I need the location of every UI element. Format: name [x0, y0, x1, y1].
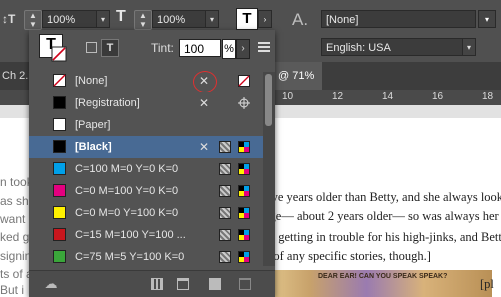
swatch-name: [None] — [75, 75, 108, 87]
process-color-icon — [219, 163, 231, 175]
swatch-chip — [53, 184, 66, 197]
font-style-field[interactable]: [None] — [321, 10, 476, 28]
text-line: five years older than Betty, and she alw… — [264, 190, 501, 204]
registration-mark-icon — [238, 97, 250, 109]
process-color-icon — [219, 141, 231, 153]
text-line: age— about 2 years older— so was always … — [264, 209, 501, 223]
cmyk-mode-icon — [238, 251, 250, 263]
tint-dropdown-arrow[interactable]: › — [236, 39, 250, 59]
swatch-none-chip — [53, 74, 66, 87]
swatch-row-none[interactable]: [None] ✕ — [29, 70, 263, 93]
cmyk-mode-icon — [238, 163, 250, 175]
non-editable-pencil-icon: ✕ — [199, 96, 210, 110]
text-line: want — [0, 212, 26, 226]
cmyk-mode-icon — [238, 229, 250, 241]
scale-x-stepper[interactable]: ▲ ▼ — [24, 10, 42, 30]
ruler-label: 18 — [482, 91, 494, 102]
scale-y-stepper[interactable]: ▲ ▼ — [134, 10, 152, 30]
tint-unit: % — [222, 39, 236, 59]
vertical-scale-icon: T — [116, 8, 126, 25]
show-all-swatches-icon[interactable] — [151, 278, 163, 290]
text-line: ked g — [0, 230, 30, 244]
ruler-label: 12 — [332, 91, 344, 102]
stroke-none-icon[interactable] — [51, 46, 67, 62]
swatch-name: C=0 M=100 Y=0 K=0 — [75, 185, 179, 197]
swatch-chip — [53, 250, 66, 263]
character-style-icon: A. — [292, 10, 309, 29]
ruler-label: 14 — [382, 91, 394, 102]
text-line: But i — [0, 283, 25, 297]
document-photo[interactable]: DEAR EAR! CAN YOU SPEAK SPEAK? — [264, 270, 492, 297]
formatting-container-icon[interactable] — [86, 42, 97, 53]
swatch-row-registration[interactable]: [Registration] ✕ — [29, 92, 263, 114]
cmyk-mode-icon — [238, 207, 250, 219]
text-fill-swatch-icon[interactable]: T — [236, 8, 258, 30]
non-editable-pencil-icon: ✕ — [199, 140, 210, 154]
swatch-row-red[interactable]: C=15 M=100 Y=100 ... — [29, 224, 263, 246]
swatch-chip — [53, 118, 66, 131]
tint-input[interactable]: 100 — [179, 39, 221, 57]
process-color-icon — [219, 207, 231, 219]
swatch-row-magenta[interactable]: C=0 M=100 Y=0 K=0 — [29, 180, 263, 202]
swatch-chip — [53, 162, 66, 175]
swatch-name: C=100 M=0 Y=0 K=0 — [75, 163, 179, 175]
caption-fragment: [pl — [480, 277, 494, 291]
fill-menu-arrow[interactable]: › — [258, 10, 272, 28]
swatches-panel-header: T T Tint: 100 % › — [29, 30, 275, 68]
swatch-name: C=0 M=0 Y=100 K=0 — [75, 207, 179, 219]
swatch-chip — [53, 206, 66, 219]
ruler-label: 16 — [432, 91, 444, 102]
scale-x-dropdown[interactable]: ▾ — [96, 10, 110, 28]
text-line: ts of a — [0, 267, 33, 281]
swatch-name: C=75 M=5 Y=100 K=0 — [75, 251, 185, 263]
none-color-mode-icon — [238, 75, 250, 87]
swatch-chip — [53, 228, 66, 241]
text-line: k of any specific stories, though.] — [264, 249, 431, 263]
swatch-row-black[interactable]: [Black] ✕ — [29, 136, 263, 158]
photo-caption-text: DEAR EAR! CAN YOU SPEAK SPEAK? — [318, 273, 448, 280]
scrollbar-thumb[interactable] — [265, 74, 272, 126]
panel-menu-icon[interactable] — [258, 42, 270, 44]
swatch-name: [Registration] — [75, 97, 140, 109]
ruler-label: 10 — [282, 91, 294, 102]
swatch-row-cyan[interactable]: C=100 M=0 Y=0 K=0 — [29, 158, 263, 180]
text-line: n took — [0, 175, 33, 189]
swatch-chip — [53, 96, 66, 109]
swatch-name: C=15 M=100 Y=100 ... — [75, 229, 186, 241]
horizontal-scale-icon: ↕T — [2, 12, 16, 26]
process-color-icon — [219, 251, 231, 263]
scale-y-dropdown[interactable]: ▾ — [205, 10, 219, 28]
text-line: ys getting in trouble for his high-jinks… — [264, 230, 501, 244]
swatch-name: [Black] — [75, 141, 112, 153]
swatch-name: [Paper] — [75, 119, 111, 131]
swatches-panel-footer: ☁ — [29, 270, 275, 297]
process-color-icon — [219, 229, 231, 241]
swatch-chip — [53, 140, 66, 153]
delete-swatch-icon[interactable] — [239, 278, 251, 290]
new-swatch-icon[interactable] — [209, 278, 221, 290]
text-line: signin — [0, 249, 32, 263]
process-color-icon — [219, 185, 231, 197]
tint-label: Tint: — [151, 41, 174, 55]
swatch-row-paper[interactable]: [Paper] — [29, 114, 263, 136]
cmyk-mode-icon — [238, 185, 250, 197]
cloud-library-icon[interactable]: ☁ — [43, 277, 59, 290]
font-style-dropdown[interactable]: ▾ — [478, 10, 496, 28]
non-editable-pencil-icon: ✕ — [199, 74, 210, 88]
swatch-row-green[interactable]: C=75 M=5 Y=100 K=0 — [29, 246, 263, 268]
formatting-text-icon[interactable]: T — [101, 39, 119, 57]
language-dropdown[interactable]: ▾ — [462, 38, 476, 56]
cmyk-mode-icon — [238, 141, 250, 153]
tab-ch2[interactable]: Ch 2.i — [2, 62, 31, 90]
new-color-group-icon[interactable] — [177, 278, 189, 290]
swatch-row-yellow[interactable]: C=0 M=0 Y=100 K=0 — [29, 202, 263, 224]
language-field[interactable]: English: USA — [321, 38, 476, 56]
tab-active-zoom[interactable]: @ 71% — [270, 62, 323, 90]
